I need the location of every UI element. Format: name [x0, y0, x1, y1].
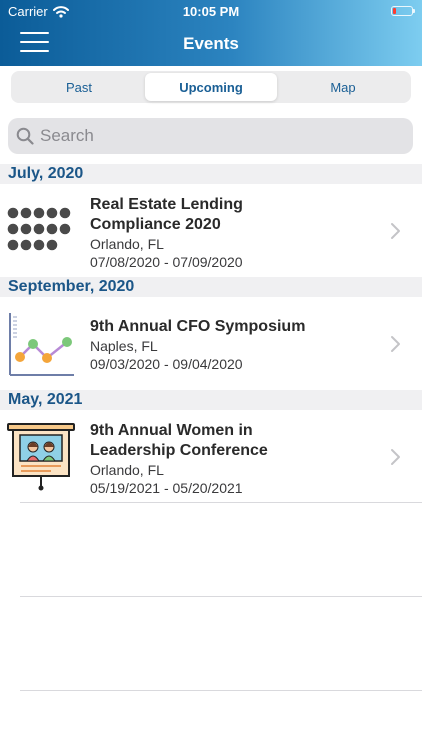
chevron-right-icon: [391, 449, 400, 465]
event-dates: 09/03/2020 - 09/04/2020: [90, 356, 243, 372]
status-bar: Carrier 10:05 PM: [0, 0, 422, 22]
chevron-right-icon: [391, 336, 400, 352]
search-input[interactable]: [40, 126, 380, 146]
status-time: 10:05 PM: [182, 4, 240, 19]
event-location: Orlando, FL: [90, 462, 164, 478]
tab-map[interactable]: Map: [277, 73, 409, 101]
row-separator: [20, 596, 422, 597]
event-filter-tabs: Past Upcoming Map: [11, 71, 411, 103]
event-row[interactable]: 9th Annual Women in Leadership Conferenc…: [0, 410, 422, 503]
chevron-right-icon: [391, 223, 400, 239]
tab-past[interactable]: Past: [13, 73, 145, 101]
event-dates: 05/19/2021 - 05/20/2021: [90, 480, 243, 496]
event-location: Naples, FL: [90, 338, 158, 354]
event-location: Orlando, FL: [90, 236, 164, 252]
battery-icon: [391, 6, 415, 16]
row-separator: [20, 502, 422, 503]
event-details: 9th Annual Women in Leadership Conferenc…: [90, 421, 390, 497]
event-details: Real Estate Lending Compliance 2020 Orla…: [90, 195, 390, 271]
navigation-header: Carrier 10:05 PM Events: [0, 0, 422, 66]
tab-upcoming[interactable]: Upcoming: [145, 73, 277, 101]
event-title-line1: 9th Annual CFO Symposium: [90, 318, 306, 335]
event-dates: 07/08/2020 - 07/09/2020: [90, 254, 243, 270]
event-details: 9th Annual CFO Symposium Naples, FL 09/0…: [90, 317, 390, 373]
page-title: Events: [183, 34, 239, 53]
dot-grid-icon: [7, 207, 71, 251]
section-header-may-2021: May, 2021: [0, 390, 422, 410]
event-title-line2: Leadership Conference: [90, 442, 268, 459]
line-chart-icon: [9, 313, 74, 376]
presentation-board-icon: [7, 423, 75, 491]
event-title-line2: Compliance 2020: [90, 216, 221, 233]
search-bar[interactable]: [8, 118, 413, 154]
search-icon: [16, 127, 34, 145]
section-header-july-2020: July, 2020: [0, 164, 422, 184]
section-header-september-2020: September, 2020: [0, 277, 422, 297]
event-row[interactable]: 9th Annual CFO Symposium Naples, FL 09/0…: [0, 297, 422, 390]
row-separator: [20, 690, 422, 691]
event-title-line1: Real Estate Lending: [90, 196, 243, 213]
event-row[interactable]: Real Estate Lending Compliance 2020 Orla…: [0, 184, 422, 277]
event-title-line1: 9th Annual Women in: [90, 422, 253, 439]
